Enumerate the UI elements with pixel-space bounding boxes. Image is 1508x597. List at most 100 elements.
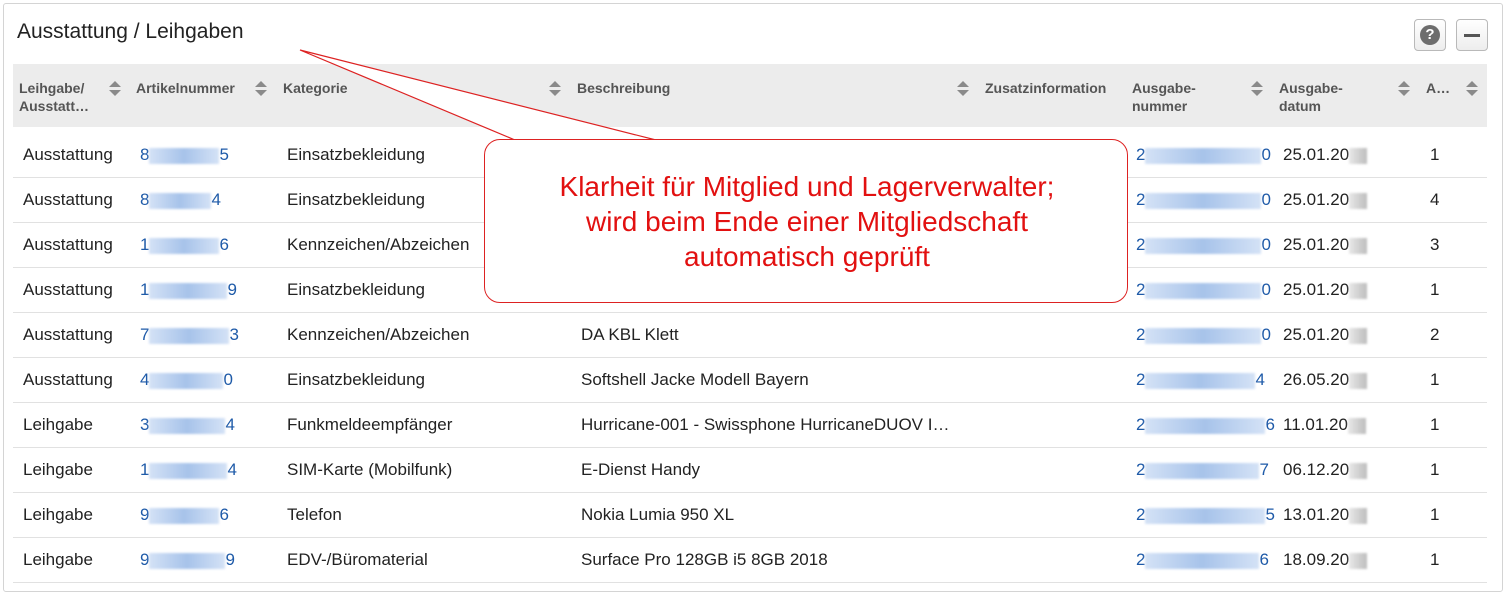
cell-amount: 4: [1430, 178, 1480, 222]
issue-date-text: 25.01.20: [1283, 145, 1350, 164]
cell-article-number[interactable]: 40: [140, 358, 280, 402]
issue-number-start: 2: [1136, 415, 1146, 434]
cell-type: Ausstattung: [23, 178, 133, 222]
issue-number-start: 2: [1136, 325, 1146, 344]
redacted-value: [1349, 147, 1368, 164]
table-row[interactable]: Leihgabe 1 4 SIM-Karte (Mobilfunk) E-Dienst …: [13, 448, 1487, 493]
table-row[interactable]: Leihgabe 3 4 Funkmeldeempfänger Hurricane-00…: [13, 403, 1487, 448]
type-text: Ausstattung: [23, 325, 113, 344]
cell-article-number[interactable]: 16: [140, 223, 280, 267]
sort-icon[interactable]: [1466, 81, 1478, 97]
article-number-end: 9: [225, 550, 235, 569]
redacted-value: [149, 417, 226, 434]
help-button[interactable]: ?: [1414, 19, 1446, 51]
redacted-value: [1349, 462, 1368, 479]
cell-article-number[interactable]: 14: [140, 448, 280, 492]
issue-date-text: 25.01.20: [1283, 280, 1350, 299]
cell-issue-number[interactable]: 26: [1136, 538, 1276, 582]
cell-amount: 1: [1430, 448, 1480, 492]
redacted-value: [1145, 372, 1256, 389]
cell-article-number[interactable]: 85: [140, 133, 280, 177]
table-row[interactable]: Leihgabe 9 9 EDV-/Büromaterial Surface Pro 1…: [13, 538, 1487, 583]
category-text: Funkmeldeempfänger: [287, 415, 453, 434]
sort-icon[interactable]: [255, 81, 267, 97]
sort-icon[interactable]: [549, 81, 561, 97]
description-text: Surface Pro 128GB i5 8GB 2018: [581, 550, 828, 569]
cell-article-number[interactable]: 19: [140, 268, 280, 312]
redacted-value: [149, 552, 226, 569]
sort-icon[interactable]: [1251, 81, 1263, 97]
table-row[interactable]: Ausstattung 4 0 Einsatzbekleidung Softshell …: [13, 358, 1487, 403]
cell-article-number[interactable]: 84: [140, 178, 280, 222]
column-header-description[interactable]: Beschreibung: [571, 64, 979, 127]
article-number-start: 8: [140, 145, 150, 164]
cell-extra-info: [989, 358, 1129, 402]
article-number-start: 4: [140, 370, 150, 389]
column-header-issue-date[interactable]: Ausgabe- datum: [1273, 64, 1420, 127]
description-text: Softshell Jacke Modell Bayern: [581, 370, 809, 389]
redacted-value: [149, 147, 220, 164]
issue-number-start: 2: [1136, 190, 1146, 209]
table-row[interactable]: Leihgabe 9 6 Telefon Nokia Lumia 950 XL 2 5 13.…: [13, 493, 1487, 538]
cell-description: Nokia Lumia 950 XL: [581, 493, 976, 537]
amount-text: 1: [1430, 145, 1440, 164]
type-text: Leihgabe: [23, 505, 93, 524]
description-text: Hurricane-001 - Swissphone HurricaneDUOV…: [581, 415, 950, 434]
redacted-value: [1349, 552, 1368, 569]
issue-date-text: 25.01.20: [1283, 325, 1350, 344]
column-header-extra-info[interactable]: Zusatzinformation: [979, 64, 1126, 127]
table-row[interactable]: Ausstattung 7 3 Kennzeichen/Abzeichen DA KBL…: [13, 313, 1487, 358]
cell-issue-date: 06.12.20: [1283, 448, 1418, 492]
redacted-value: [1145, 507, 1266, 524]
cell-issue-date: 13.01.20: [1283, 493, 1418, 537]
redacted-value: [149, 507, 220, 524]
amount-text: 2: [1430, 325, 1440, 344]
cell-type: Leihgabe: [23, 448, 133, 492]
cell-issue-number[interactable]: 26: [1136, 403, 1276, 447]
amount-text: 1: [1430, 370, 1440, 389]
category-text: Einsatzbekleidung: [287, 370, 425, 389]
article-number-start: 9: [140, 550, 150, 569]
cell-article-number[interactable]: 96: [140, 493, 280, 537]
issue-number-end: 4: [1255, 370, 1265, 389]
column-header-issue-number[interactable]: Ausgabe- nummer: [1126, 64, 1273, 127]
cell-issue-number[interactable]: 20: [1136, 133, 1276, 177]
cell-issue-number[interactable]: 24: [1136, 358, 1276, 402]
column-header-type[interactable]: Leihgabe/ Ausstatt…: [13, 64, 130, 127]
redacted-value: [1145, 282, 1262, 299]
sort-icon[interactable]: [957, 81, 969, 97]
category-text: SIM-Karte (Mobilfunk): [287, 460, 453, 479]
minimize-icon: [1464, 34, 1480, 37]
issue-date-text: 25.01.20: [1283, 235, 1350, 254]
minimize-button[interactable]: [1456, 19, 1488, 51]
sort-icon[interactable]: [1398, 81, 1410, 97]
amount-text: 3: [1430, 235, 1440, 254]
issue-date-text: 13.01.20: [1283, 505, 1350, 524]
issue-number-start: 2: [1136, 145, 1146, 164]
redacted-value: [149, 192, 212, 209]
cell-article-number[interactable]: 99: [140, 538, 280, 582]
category-text: Telefon: [287, 505, 342, 524]
cell-issue-number[interactable]: 20: [1136, 313, 1276, 357]
issue-number-start: 2: [1136, 370, 1146, 389]
issue-number-start: 2: [1136, 505, 1146, 524]
redacted-value: [1145, 147, 1262, 164]
cell-issue-date: 25.01.20: [1283, 178, 1418, 222]
cell-issue-number[interactable]: 27: [1136, 448, 1276, 492]
column-header-amount[interactable]: A…: [1420, 64, 1487, 127]
cell-issue-number[interactable]: 20: [1136, 223, 1276, 267]
cell-article-number[interactable]: 73: [140, 313, 280, 357]
cell-issue-number[interactable]: 25: [1136, 493, 1276, 537]
column-header-article-number[interactable]: Artikelnummer: [130, 64, 277, 127]
redacted-value: [1347, 417, 1366, 434]
sort-icon[interactable]: [109, 81, 121, 97]
cell-article-number[interactable]: 34: [140, 403, 280, 447]
cell-amount: 1: [1430, 268, 1480, 312]
issue-number-end: 0: [1261, 190, 1271, 209]
column-header-category[interactable]: Kategorie: [277, 64, 571, 127]
cell-issue-number[interactable]: 20: [1136, 178, 1276, 222]
cell-issue-number[interactable]: 20: [1136, 268, 1276, 312]
annotation-callout: Klarheit für Mitglied und Lagerverwalter…: [484, 139, 1128, 303]
type-text: Leihgabe: [23, 550, 93, 569]
article-number-start: 8: [140, 190, 150, 209]
